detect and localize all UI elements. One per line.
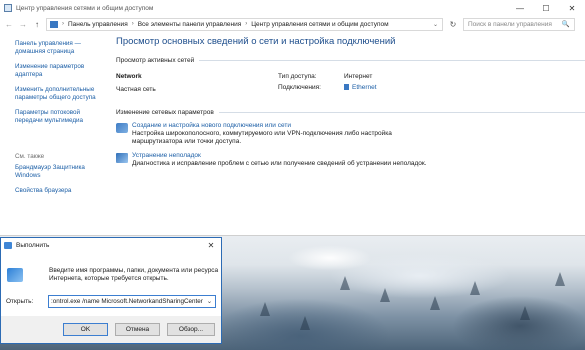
sidebar-link-firewall[interactable]: Брандмауэр Защитника Windows [15,164,107,180]
breadcrumb[interactable]: › Панель управления › Все элементы панел… [46,17,443,31]
tree-icon [520,306,530,320]
sidebar-link-home[interactable]: Панель управления — домашняя страница [15,40,107,56]
chevron-down-icon[interactable]: ⌄ [433,21,442,28]
ethernet-link[interactable]: Ethernet [344,84,377,91]
tree-icon [555,272,565,286]
chevron-down-icon[interactable]: ⌄ [204,298,215,305]
ok-button[interactable]: OK [63,323,108,336]
open-label: Открыть: [6,298,34,305]
new-connection-link[interactable]: Создание и настройка нового подключения … [132,122,432,130]
tree-icon [300,316,310,330]
access-type-value: Интернет [344,73,373,80]
tree-icon [380,288,390,302]
run-icon [4,241,12,249]
network-name: Network [116,73,142,80]
breadcrumb-item[interactable]: Панель управления [68,21,128,28]
control-panel-window: Центр управления сетями и общим доступом… [0,0,585,236]
back-button[interactable]: ← [4,20,14,29]
search-placeholder: Поиск в панели управления [468,20,552,28]
run-title: Выполнить [16,241,50,249]
minimize-button[interactable]: — [507,4,533,13]
window-controls: — ☐ ✕ [507,4,585,13]
run-description: Введите имя программы, папки, документа … [49,267,219,282]
forward-button[interactable]: → [18,20,28,29]
connections-label: Подключения: [278,84,321,91]
breadcrumb-item[interactable]: Все элементы панели управления [138,21,242,28]
network-type-link[interactable]: Частная сеть [116,86,278,93]
run-title-bar: Выполнить ✕ [1,238,221,252]
network-center-icon [4,4,12,12]
tree-icon [340,276,350,290]
run-dialog: Выполнить ✕ Введите имя программы, папки… [0,237,222,344]
tree-icon [260,302,270,316]
task-description: Диагностика и исправление проблем с сеть… [132,160,427,167]
section-title: Изменение сетевых параметров [116,109,214,116]
search-input[interactable]: Поиск в панели управления 🔍 [463,17,575,31]
address-bar: ← → ↑ › Панель управления › Все элементы… [0,16,585,32]
folder-icon [50,20,58,28]
breadcrumb-separator: › [245,21,248,27]
open-row: Открыть: :ontrol.exe /name Microsoft.Net… [1,295,221,308]
task-new-connection: Создание и настройка нового подключения … [116,122,585,146]
main-content: Просмотр основных сведений о сети и наст… [116,36,585,168]
close-button[interactable]: ✕ [559,4,585,13]
up-button[interactable]: ↑ [32,20,42,29]
breadcrumb-separator: › [131,21,134,27]
tree-icon [430,296,440,310]
active-network: Network Частная сеть Тип доступа: Интерн… [116,73,585,109]
sidebar-link-media-streaming[interactable]: Параметры потоковой передачи мультимедиа [15,109,107,125]
active-networks-header: Просмотр активных сетей [116,57,585,64]
page-title: Просмотр основных сведений о сети и наст… [116,36,396,47]
section-title: Просмотр активных сетей [116,57,195,64]
command-text: :ontrol.exe /name Microsoft.NetworkandSh… [51,298,203,305]
command-input[interactable]: :ontrol.exe /name Microsoft.NetworkandSh… [48,295,216,308]
divider [199,60,585,61]
cancel-button[interactable]: Отмена [115,323,160,336]
troubleshoot-link[interactable]: Устранение неполадок [132,152,432,160]
ethernet-icon [344,84,349,91]
sidebar-link-adapter-settings[interactable]: Изменение параметров адаптера [15,63,107,79]
breadcrumb-item[interactable]: Центр управления сетями и общим доступом [251,21,388,28]
network-setup-icon [116,123,128,133]
ethernet-label: Ethernet [352,84,377,91]
close-icon[interactable]: ✕ [201,241,221,250]
maximize-button[interactable]: ☐ [533,4,559,13]
refresh-button[interactable]: ↻ [447,20,459,29]
search-icon[interactable]: 🔍 [562,20,574,28]
task-troubleshoot: Устранение неполадок Диагностика и испра… [116,152,585,168]
access-type-label: Тип доступа: [278,73,317,80]
breadcrumb-separator: › [62,21,64,27]
sidebar-link-browser-properties[interactable]: Свойства браузера [15,187,107,195]
task-description: Настройка широкополосного, коммутируемог… [132,130,392,145]
troubleshoot-icon [116,153,128,163]
run-body: Введите имя программы, папки, документа … [1,252,221,283]
browse-button[interactable]: Обзор... [167,323,215,336]
run-footer: OK Отмена Обзор... [1,316,221,343]
window-title: Центр управления сетями и общим доступом [16,4,154,12]
see-also-title: См. также [15,153,45,160]
sidebar-link-sharing-settings[interactable]: Изменить дополнительные параметры общего… [15,86,107,102]
sidebar: Панель управления — домашняя страница Из… [15,40,107,202]
change-settings-header: Изменение сетевых параметров [116,109,585,116]
run-program-icon [7,268,23,282]
divider [218,112,585,113]
tree-icon [470,281,480,295]
title-bar: Центр управления сетями и общим доступом… [0,0,585,16]
